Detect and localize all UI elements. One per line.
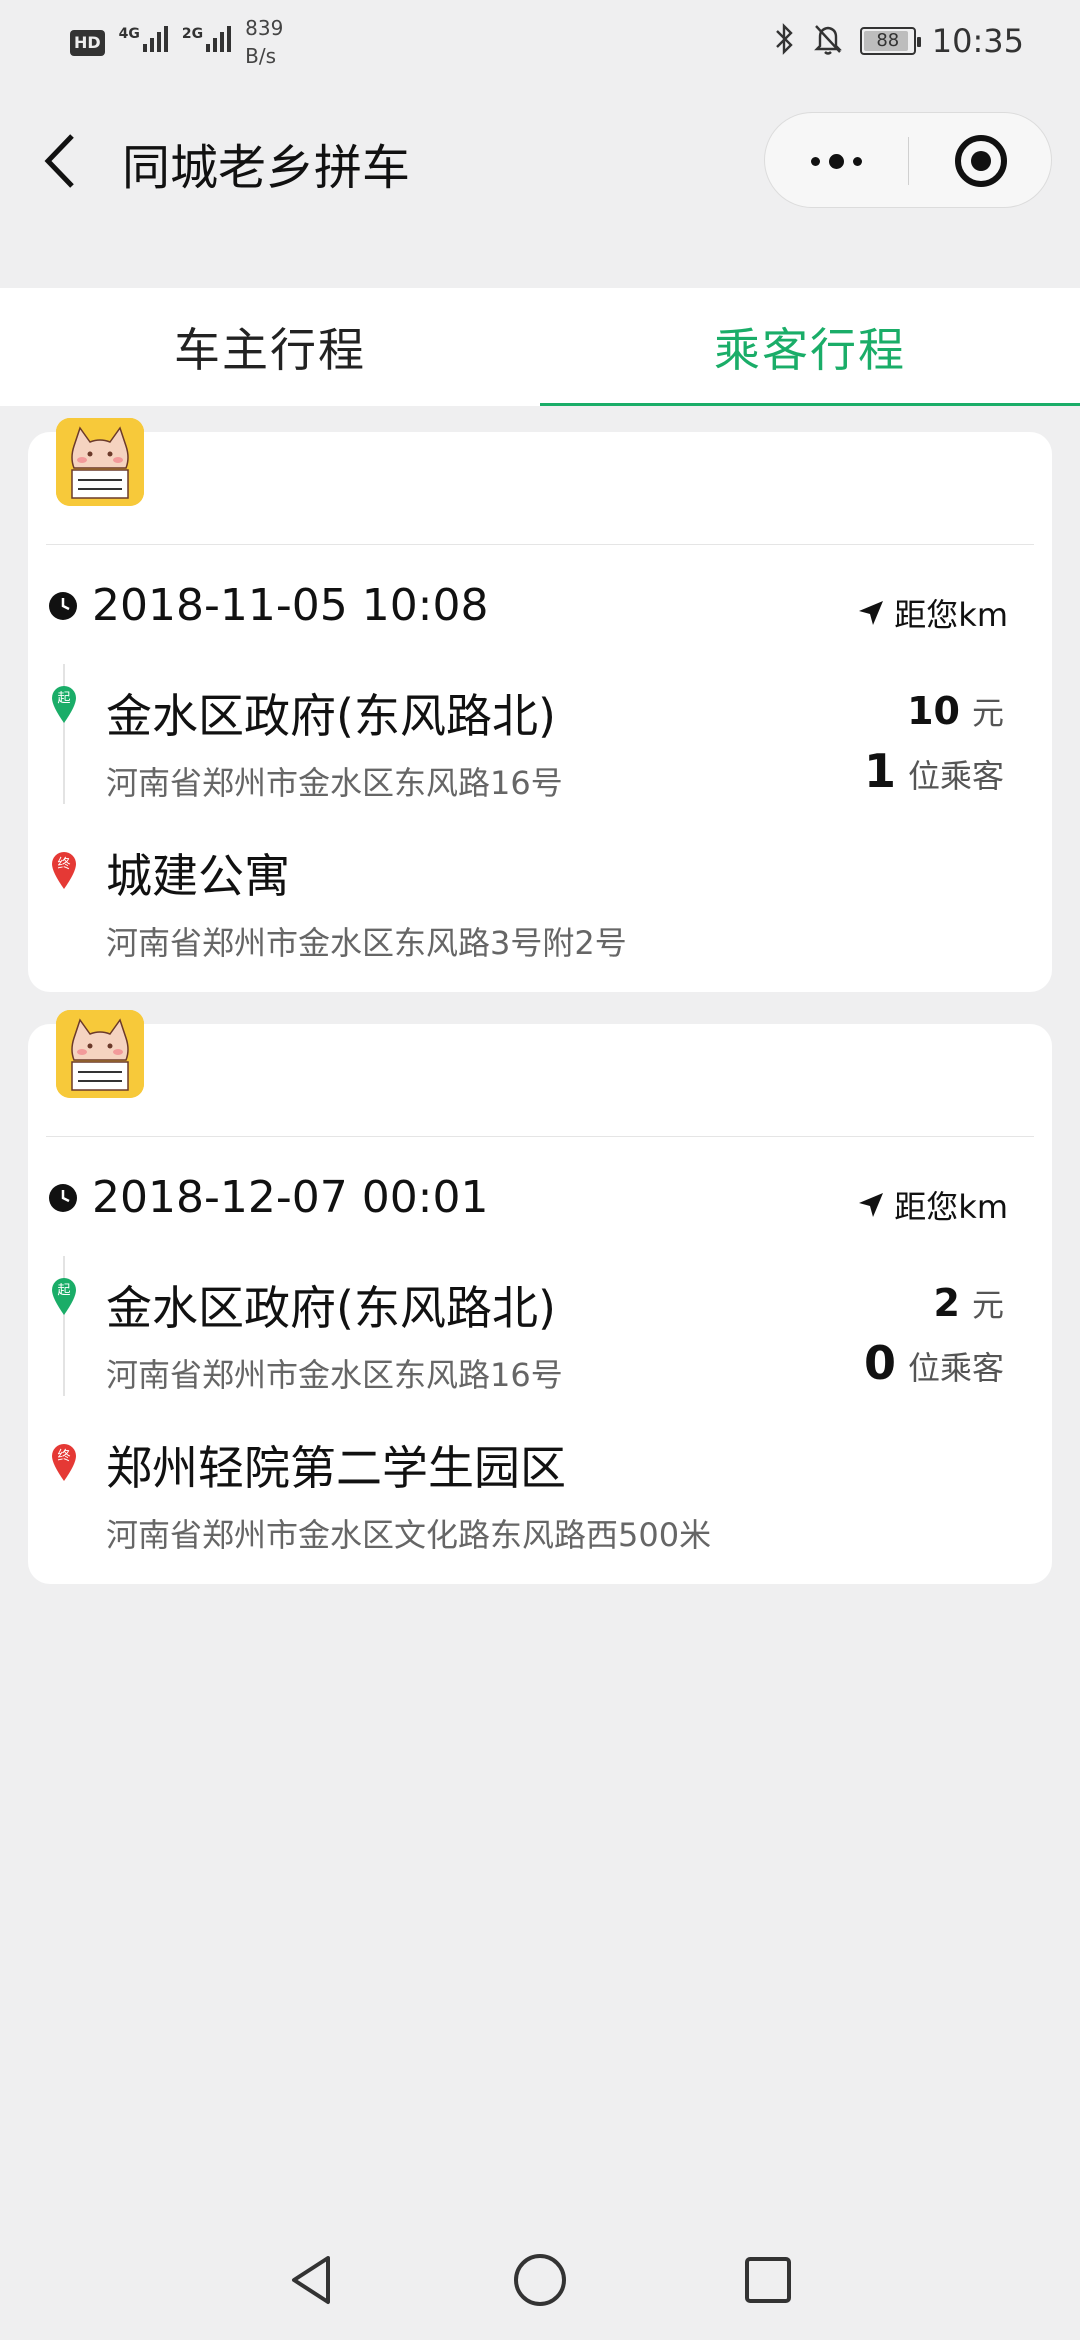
miniprogram-capsule xyxy=(764,112,1052,208)
battery-icon: 88 xyxy=(859,27,921,55)
trip-card[interactable]: 2018-11-05 10:08 距您km 起 金水区政府(东风路北) 河南省郑… xyxy=(28,418,1052,992)
start-address: 河南省郑州市金水区东风路16号 xyxy=(106,764,563,802)
clock: 10:35 xyxy=(931,22,1024,60)
bluetooth-icon xyxy=(774,22,796,60)
nav-home-button[interactable] xyxy=(510,2250,570,2310)
tab-driver-trips[interactable]: 车主行程 xyxy=(0,288,540,406)
page-title: 同城老乡拼车 xyxy=(122,140,411,196)
recents-square-icon xyxy=(745,2257,791,2303)
trip-tabs: 车主行程 乘客行程 xyxy=(0,288,1080,406)
avatar xyxy=(56,418,144,506)
trip-price: 10 元 xyxy=(907,689,1004,733)
start-address: 河南省郑州市金水区东风路16号 xyxy=(106,1356,563,1394)
location-arrow-icon xyxy=(859,601,884,625)
trip-price: 2 元 xyxy=(933,1281,1004,1325)
start-pin-icon: 起 xyxy=(50,684,78,724)
back-triangle-icon xyxy=(292,2256,330,2304)
home-circle-icon xyxy=(514,2254,566,2306)
trip-datetime: 2018-11-05 10:08 xyxy=(48,580,489,631)
end-address: 河南省郑州市金水区文化路东风路西500米 xyxy=(106,1516,712,1554)
target-circle-icon xyxy=(955,135,1007,187)
end-address: 河南省郑州市金水区东风路3号附2号 xyxy=(106,924,627,962)
trip-datetime-text: 2018-12-07 00:01 xyxy=(92,1172,489,1223)
end-place: 城建公寓 xyxy=(106,849,290,903)
status-bar: HD 4G 2G 839 B/s 88 10:35 xyxy=(0,0,1080,84)
close-button[interactable] xyxy=(909,113,1053,209)
trip-card[interactable]: 2018-12-07 00:01 距您km 起 金水区政府(东风路北) 河南省郑… xyxy=(28,1010,1052,1584)
end-place: 郑州轻院第二学生园区 xyxy=(106,1441,566,1495)
trip-seats: 1 位乘客 xyxy=(863,744,1004,798)
end-pin-icon: 终 xyxy=(50,1442,78,1482)
hd-badge: HD xyxy=(70,30,105,56)
network-speed: 839 B/s xyxy=(245,16,284,68)
start-place: 金水区政府(东风路北) xyxy=(106,689,556,743)
nav-recents-button[interactable] xyxy=(738,2250,798,2310)
trip-datetime: 2018-12-07 00:01 xyxy=(48,1172,489,1223)
more-button[interactable] xyxy=(765,113,908,209)
clock-icon xyxy=(49,591,77,620)
navigation-header: 同城老乡拼车 xyxy=(0,84,1080,234)
back-button[interactable] xyxy=(36,124,86,198)
card-divider xyxy=(46,544,1034,545)
app-screen: HD 4G 2G 839 B/s 88 10:35 同城老乡拼车 车主行程 乘客… xyxy=(0,0,1080,2340)
bell-off-icon xyxy=(812,22,844,60)
trip-distance: 距您km xyxy=(856,590,1008,636)
avatar xyxy=(56,1010,144,1098)
system-nav-bar xyxy=(0,2220,1080,2340)
start-place: 金水区政府(东风路北) xyxy=(106,1281,556,1335)
nav-back-button[interactable] xyxy=(282,2250,342,2310)
tab-passenger-trips[interactable]: 乘客行程 xyxy=(540,288,1080,406)
chevron-left-icon xyxy=(44,134,74,188)
signal-sim1-icon: 4G xyxy=(119,26,168,52)
end-pin-icon: 终 xyxy=(50,850,78,890)
location-arrow-icon xyxy=(859,1193,884,1217)
card-divider xyxy=(46,1136,1034,1137)
trip-seats: 0 位乘客 xyxy=(863,1336,1004,1390)
signal-sim2-icon: 2G xyxy=(182,26,232,52)
clock-icon xyxy=(49,1183,77,1212)
more-dots-icon xyxy=(811,153,862,169)
trip-distance: 距您km xyxy=(856,1182,1008,1228)
start-pin-icon: 起 xyxy=(50,1276,78,1316)
trip-datetime-text: 2018-11-05 10:08 xyxy=(92,580,489,631)
